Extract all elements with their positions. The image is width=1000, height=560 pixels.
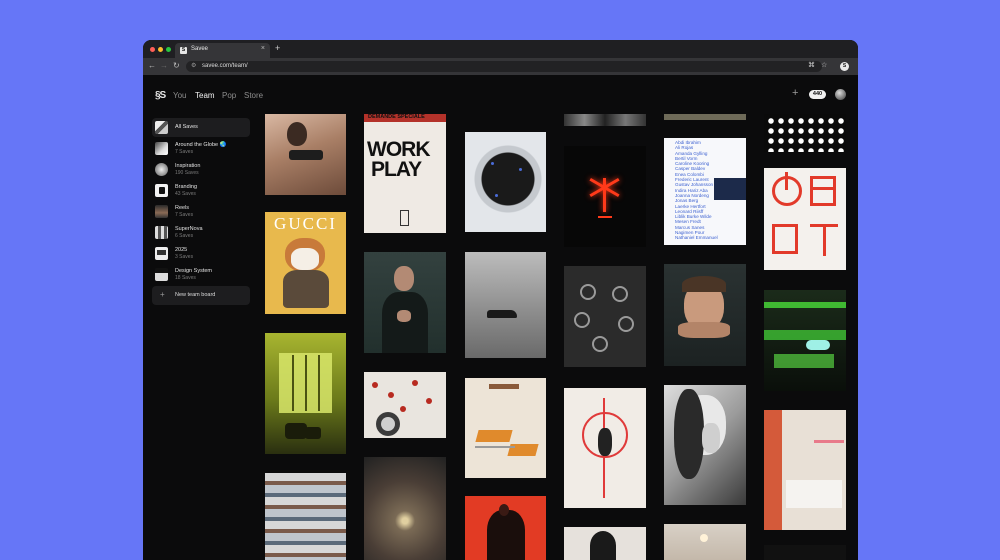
new-board-label: New team board [175, 292, 216, 298]
sidebar-item-count: 7 Saves [175, 149, 194, 155]
image-tile[interactable] [664, 524, 746, 560]
image-tile[interactable] [364, 252, 446, 353]
sidebar-item-reels[interactable]: Reels 7 Saves [152, 202, 250, 221]
image-tile[interactable] [764, 545, 846, 560]
sidebar-item-count: 190 Saves [175, 170, 199, 176]
sidebar-item-count: 6 Saves [175, 233, 194, 239]
new-team-board-button[interactable]: + New team board [152, 286, 250, 305]
image-tile[interactable] [265, 333, 346, 454]
maximize-window-button[interactable] [166, 47, 171, 52]
back-icon[interactable]: ← [148, 61, 156, 71]
board-thumbnail [155, 142, 168, 155]
plus-icon: + [160, 290, 165, 299]
board-thumbnail [155, 184, 168, 197]
board-thumbnail [155, 121, 168, 134]
image-tile[interactable] [265, 114, 346, 195]
url-text[interactable]: savee.com/team/ [202, 63, 248, 69]
gucci-text: GUCCI [274, 214, 337, 233]
sidebar-item-label: SuperNova [175, 226, 203, 232]
image-tile[interactable] [364, 457, 446, 560]
image-tile[interactable] [664, 114, 746, 120]
board-thumbnail [155, 205, 168, 218]
image-tile[interactable] [564, 146, 646, 247]
board-thumbnail [155, 226, 168, 239]
tab-title: Savee [191, 46, 209, 52]
forward-icon[interactable]: → [160, 61, 168, 71]
new-tab-icon[interactable]: + [275, 44, 280, 53]
demande-speciale-text: DEMANDE SPECIALE [368, 114, 425, 120]
names-list: Abdi Ibrahim Ali Rojas Amanda Gylling Berti… [675, 140, 718, 241]
sidebar-item-all-saves[interactable]: All Saves [152, 118, 250, 137]
saves-count-badge[interactable]: 440 [809, 90, 826, 99]
sidebar-item-branding[interactable]: Branding 43 Saves [152, 181, 250, 200]
minimize-window-button[interactable] [158, 47, 163, 52]
names-list-item: Nathaniel Emmanuel [675, 235, 718, 241]
sidebar-item-label: Around the Globe 🌏 [175, 142, 227, 148]
browser-tab[interactable]: S Savee × [175, 43, 270, 58]
image-tile[interactable]: WORK PLAY [364, 122, 446, 233]
translate-icon[interactable]: ⌘ [808, 62, 815, 70]
reload-icon[interactable]: ↻ [173, 61, 180, 71]
image-tile[interactable] [764, 114, 846, 152]
sidebar-item-label: Branding [175, 184, 198, 190]
image-tile[interactable] [465, 132, 546, 232]
sidebar-item-label: All Saves [175, 124, 198, 130]
image-tile[interactable] [364, 372, 446, 438]
play-text: PLAY [371, 158, 422, 181]
address-bar: ← → ↻ ⚙ savee.com/team/ ⌘ ☆ S [143, 58, 858, 75]
favicon-icon: S [180, 47, 187, 54]
sidebar-item-count: 43 Saves [175, 191, 196, 197]
savee-logo[interactable]: §S [155, 90, 166, 101]
sidebar-item-supernova[interactable]: SuperNova 6 Saves [152, 223, 250, 242]
sidebar-item-count: 3 Saves [175, 254, 194, 260]
site-settings-icon[interactable]: ⚙ [191, 62, 196, 71]
sidebar-item-count: 7 Saves [175, 212, 194, 218]
image-tile[interactable] [564, 527, 646, 560]
image-tile[interactable] [465, 496, 546, 560]
image-tile[interactable] [764, 290, 846, 391]
nav-store[interactable]: Store [244, 91, 263, 100]
url-field[interactable]: ⚙ savee.com/team/ [186, 61, 822, 72]
names-list-tile[interactable]: Abdi Ibrahim Ali Rojas Amanda Gylling Berti… [664, 138, 746, 245]
board-thumbnail [155, 163, 168, 176]
nav-pop[interactable]: Pop [222, 91, 236, 100]
sidebar-item-2025[interactable]: 2025 3 Saves [152, 244, 250, 263]
browser-window: S Savee × + ← → ↻ ⚙ savee.com/team/ ⌘ ☆ … [143, 40, 858, 560]
sidebar-item-count: 18 Saves [175, 275, 196, 281]
image-tile[interactable]: DEMANDE SPECIALE [364, 114, 446, 122]
image-tile[interactable] [465, 252, 546, 358]
sidebar-item-label: 2025 [175, 247, 188, 253]
sidebar-item-design-system[interactable]: Design System 18 Saves [152, 265, 250, 284]
sidebar-item-label: Inspiration [175, 163, 201, 169]
nav-team[interactable]: Team [195, 91, 215, 100]
image-tile[interactable] [664, 264, 746, 366]
add-icon[interactable]: + [792, 88, 798, 99]
browser-tab-bar: S Savee × + [143, 40, 858, 58]
image-tile[interactable] [465, 378, 546, 478]
names-list-item: Gustav Johansson [675, 182, 714, 188]
image-tile[interactable] [564, 388, 646, 508]
image-tile[interactable]: GUCCI [265, 212, 346, 314]
board-thumbnail [155, 268, 168, 281]
sidebar-item-label: Reels [175, 205, 190, 211]
nav-you[interactable]: You [173, 91, 187, 100]
image-tile[interactable] [564, 114, 646, 126]
sidebar-item-inspiration[interactable]: Inspiration 190 Saves [152, 160, 250, 179]
profile-icon[interactable]: S [840, 62, 849, 71]
close-window-button[interactable] [150, 47, 155, 52]
image-tile[interactable] [764, 410, 846, 530]
avatar[interactable] [835, 89, 846, 100]
image-tile[interactable] [664, 385, 746, 505]
sidebar-item-label: Design System [175, 268, 212, 274]
image-tile[interactable] [764, 168, 846, 270]
bookmark-star-icon[interactable]: ☆ [821, 62, 827, 70]
image-tile[interactable] [265, 473, 346, 560]
sidebar-item-around-the-globe[interactable]: Around the Globe 🌏 7 Saves [152, 139, 250, 158]
board-thumbnail [155, 247, 168, 260]
close-tab-icon[interactable]: × [261, 45, 265, 52]
image-tile[interactable] [564, 266, 646, 367]
